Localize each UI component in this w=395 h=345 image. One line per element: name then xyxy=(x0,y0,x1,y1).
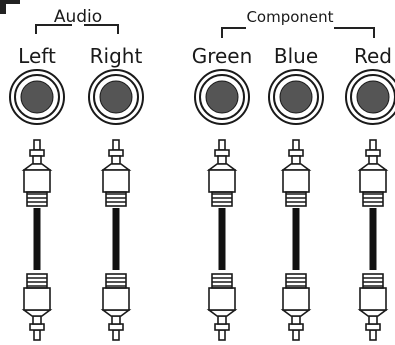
jack-left: Left xyxy=(9,44,65,341)
rca-socket-blue xyxy=(268,69,324,125)
rca-socket-green xyxy=(194,69,250,125)
cable-wire xyxy=(33,208,41,270)
jack-label-green: Green xyxy=(192,44,253,68)
jack-label-blue: Blue xyxy=(274,44,318,68)
cable-connection-diagram: Audio Component Left Right Green Blue Red xyxy=(0,0,395,345)
rca-socket-red xyxy=(345,69,395,125)
rca-cable-blue xyxy=(280,139,312,341)
jacks-layer: Left Right Green Blue Red xyxy=(9,44,395,341)
jack-label-right: Right xyxy=(90,44,143,68)
component-group-bracket xyxy=(221,27,375,38)
rca-cable-left xyxy=(21,139,53,341)
jack-green: Green xyxy=(192,44,253,341)
rca-cable-right xyxy=(100,139,132,341)
corner-mark xyxy=(0,0,20,14)
cable-wire xyxy=(218,208,226,270)
jack-label-red: Red xyxy=(354,44,392,68)
component-group-label: Component xyxy=(246,8,333,26)
jack-right: Right xyxy=(88,44,144,341)
rca-socket-right xyxy=(88,69,144,125)
rca-cable-red xyxy=(357,139,389,341)
cable-wire xyxy=(112,208,120,270)
jack-red: Red xyxy=(345,44,395,341)
cable-wire xyxy=(292,208,300,270)
jack-blue: Blue xyxy=(268,44,324,341)
cable-wire xyxy=(369,208,377,270)
rca-cable-green xyxy=(206,139,238,341)
diagram-canvas: Audio Component Left Right Green Blue Red xyxy=(0,0,395,341)
audio-group-label: Audio xyxy=(54,7,102,27)
jack-label-left: Left xyxy=(18,44,56,68)
rca-socket-left xyxy=(9,69,65,125)
